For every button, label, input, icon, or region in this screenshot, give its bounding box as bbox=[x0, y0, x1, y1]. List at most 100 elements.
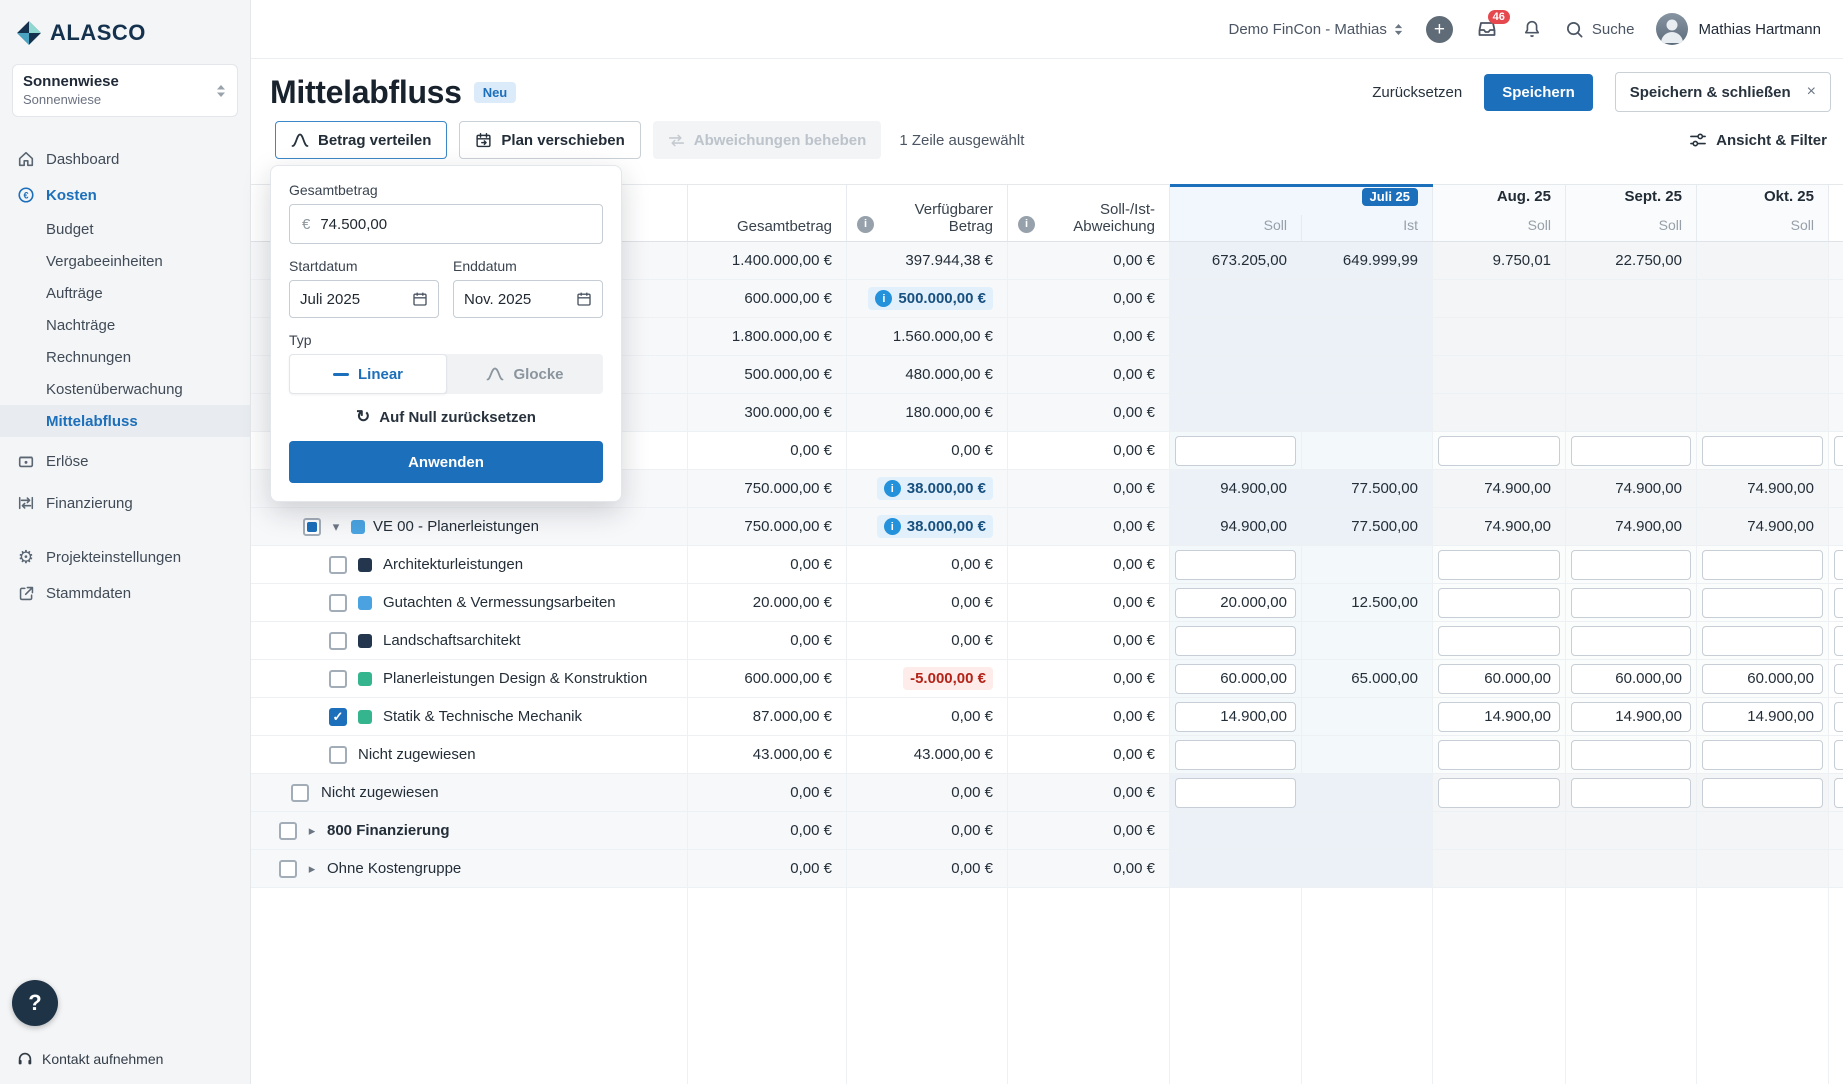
view-filter-button[interactable]: Ansicht & Filter bbox=[1689, 132, 1827, 149]
gesamtbetrag-cell: 0,00 € bbox=[688, 622, 847, 659]
row-checkbox[interactable] bbox=[329, 556, 347, 574]
soll-input[interactable] bbox=[1571, 436, 1691, 466]
row-checkbox[interactable] bbox=[279, 860, 297, 878]
help-button[interactable]: ? bbox=[12, 980, 58, 1026]
row-checkbox[interactable] bbox=[279, 822, 297, 840]
info-icon[interactable]: i bbox=[875, 290, 892, 307]
gesamtbetrag-cell: 1.800.000,00 € bbox=[688, 318, 847, 355]
row-checkbox[interactable] bbox=[329, 632, 347, 650]
total-amount-input[interactable]: € 74.500,00 bbox=[289, 204, 603, 244]
apply-button[interactable]: Anwenden bbox=[289, 441, 603, 483]
row-checkbox[interactable] bbox=[291, 784, 309, 802]
row-checkbox[interactable] bbox=[329, 594, 347, 612]
soll-input[interactable] bbox=[1571, 778, 1691, 808]
soll-input[interactable] bbox=[1175, 664, 1296, 694]
reset-button[interactable]: Zurücksetzen bbox=[1372, 84, 1462, 101]
soll-input[interactable] bbox=[1175, 626, 1296, 656]
type-bell-option[interactable]: Glocke bbox=[447, 354, 603, 394]
contact-button[interactable]: Kontakt aufnehmen bbox=[16, 1050, 163, 1068]
sidebar-item-vergabeeinheiten[interactable]: Vergabeeinheiten bbox=[0, 245, 250, 277]
sidebar-item-erloese[interactable]: Erlöse bbox=[0, 443, 250, 479]
soll-input-partial[interactable] bbox=[1834, 626, 1843, 656]
sidebar-item-finanzierung[interactable]: Finanzierung bbox=[0, 485, 250, 521]
soll-input-partial[interactable] bbox=[1834, 664, 1843, 694]
reset-to-zero-button[interactable]: ↻ Auf Null zurücksetzen bbox=[289, 407, 603, 427]
row-checkbox[interactable] bbox=[329, 746, 347, 764]
soll-input-partial[interactable] bbox=[1834, 740, 1843, 770]
soll-input[interactable] bbox=[1438, 740, 1560, 770]
soll-input[interactable] bbox=[1175, 588, 1296, 618]
soll-input[interactable] bbox=[1702, 550, 1823, 580]
month-header-juli: Juli 25 bbox=[1170, 185, 1433, 215]
create-button[interactable]: + bbox=[1426, 16, 1453, 43]
soll-input[interactable] bbox=[1438, 436, 1560, 466]
sidebar-item-projekteinstellungen[interactable]: ⚙ Projekteinstellungen bbox=[0, 539, 250, 575]
inbox-button[interactable]: 46 bbox=[1475, 17, 1499, 41]
workspace-switcher[interactable]: Demo FinCon - Mathias bbox=[1229, 21, 1404, 38]
soll-input[interactable] bbox=[1571, 588, 1691, 618]
soll-input-partial[interactable] bbox=[1834, 436, 1843, 466]
sidebar-item-mittelabfluss[interactable]: Mittelabfluss bbox=[0, 405, 250, 437]
sidebar-item-kostenueberwachung[interactable]: Kostenüberwachung bbox=[0, 373, 250, 405]
soll-input[interactable] bbox=[1175, 740, 1296, 770]
sidebar-item-budget[interactable]: Budget bbox=[0, 213, 250, 245]
fix-deviations-button[interactable]: Abweichungen beheben bbox=[653, 121, 882, 159]
soll-input[interactable] bbox=[1702, 740, 1823, 770]
soll-input[interactable] bbox=[1438, 702, 1560, 732]
soll-input[interactable] bbox=[1175, 550, 1296, 580]
soll-input[interactable] bbox=[1175, 702, 1296, 732]
soll-input-partial[interactable] bbox=[1834, 588, 1843, 618]
soll-input[interactable] bbox=[1571, 664, 1691, 694]
sidebar-item-dashboard[interactable]: Dashboard bbox=[0, 141, 250, 177]
soll-input[interactable] bbox=[1438, 588, 1560, 618]
save-and-close-button[interactable]: Speichern & schließen × bbox=[1615, 72, 1831, 112]
start-date-input[interactable]: Juli 2025 bbox=[289, 280, 439, 318]
sidebar-item-nachtraege[interactable]: Nachträge bbox=[0, 309, 250, 341]
soll-input[interactable] bbox=[1571, 626, 1691, 656]
soll-input[interactable] bbox=[1702, 626, 1823, 656]
info-icon[interactable]: i bbox=[1018, 216, 1035, 233]
shift-plan-button[interactable]: Plan verschieben bbox=[459, 121, 640, 159]
distribute-amount-button[interactable]: Betrag verteilen bbox=[275, 121, 447, 159]
sidebar-item-rechnungen[interactable]: Rechnungen bbox=[0, 341, 250, 373]
caret-down-icon[interactable]: ▾ bbox=[329, 519, 343, 535]
soll-input-partial[interactable] bbox=[1834, 550, 1843, 580]
soll-input[interactable] bbox=[1571, 550, 1691, 580]
row-checkbox-indeterminate[interactable] bbox=[303, 518, 321, 536]
soll-input[interactable] bbox=[1702, 436, 1823, 466]
close-icon[interactable]: × bbox=[1807, 83, 1816, 101]
info-icon[interactable]: i bbox=[857, 216, 874, 233]
chevron-up-down-icon bbox=[215, 83, 227, 99]
soll-input[interactable] bbox=[1571, 702, 1691, 732]
soll-input[interactable] bbox=[1438, 550, 1560, 580]
user-menu[interactable]: Mathias Hartmann bbox=[1656, 13, 1821, 45]
sidebar-item-kosten[interactable]: € Kosten bbox=[0, 177, 250, 213]
soll-input[interactable] bbox=[1438, 778, 1560, 808]
soll-input[interactable] bbox=[1438, 664, 1560, 694]
soll-input[interactable] bbox=[1702, 702, 1823, 732]
soll-input[interactable] bbox=[1438, 626, 1560, 656]
notifications-button[interactable] bbox=[1521, 18, 1543, 40]
search-button[interactable]: Suche bbox=[1565, 20, 1635, 39]
soll-input[interactable] bbox=[1702, 664, 1823, 694]
row-checkbox-checked[interactable] bbox=[329, 708, 347, 726]
table-row: Landschaftsarchitekt 0,00 € 0,00 € 0,00 … bbox=[251, 622, 1843, 660]
save-button[interactable]: Speichern bbox=[1484, 74, 1593, 111]
soll-input[interactable] bbox=[1571, 740, 1691, 770]
sidebar-item-auftraege[interactable]: Aufträge bbox=[0, 277, 250, 309]
type-linear-option[interactable]: Linear bbox=[289, 354, 447, 394]
soll-input[interactable] bbox=[1175, 778, 1296, 808]
soll-input[interactable] bbox=[1702, 778, 1823, 808]
soll-input[interactable] bbox=[1175, 436, 1296, 466]
soll-input-partial[interactable] bbox=[1834, 702, 1843, 732]
info-icon[interactable]: i bbox=[884, 518, 901, 535]
info-icon[interactable]: i bbox=[884, 480, 901, 497]
caret-right-icon[interactable]: ▸ bbox=[305, 823, 319, 839]
caret-right-icon[interactable]: ▸ bbox=[305, 861, 319, 877]
sidebar-item-stammdaten[interactable]: Stammdaten bbox=[0, 575, 250, 611]
soll-input[interactable] bbox=[1702, 588, 1823, 618]
end-date-input[interactable]: Nov. 2025 bbox=[453, 280, 603, 318]
project-selector[interactable]: Sonnenwiese Sonnenwiese bbox=[12, 64, 238, 117]
soll-input-partial[interactable] bbox=[1834, 778, 1843, 808]
row-checkbox[interactable] bbox=[329, 670, 347, 688]
